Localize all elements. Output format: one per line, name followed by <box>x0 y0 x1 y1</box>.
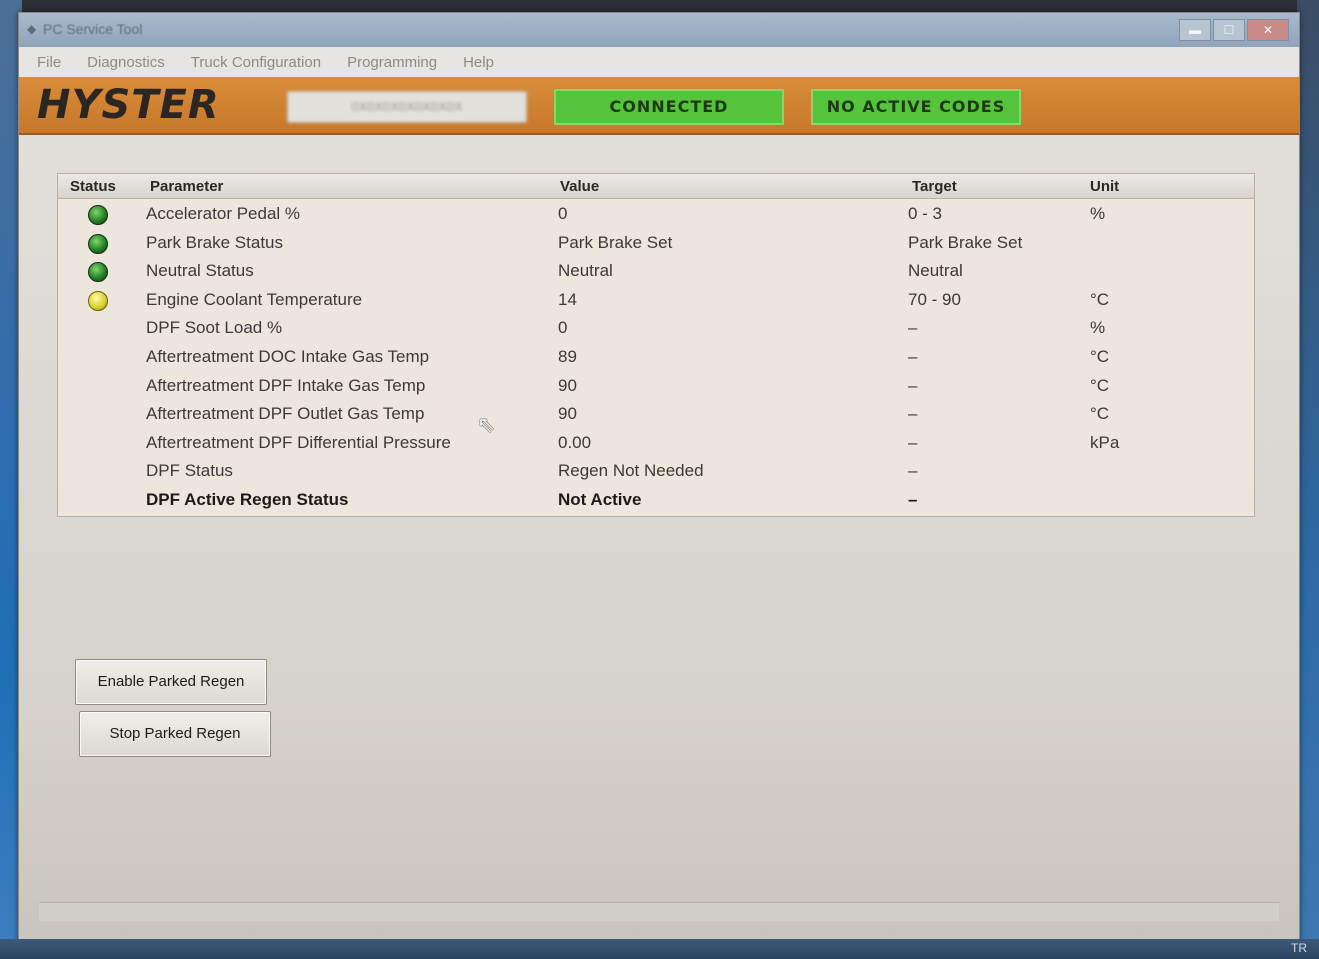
menu-bar: File Diagnostics Truck Configuration Pro… <box>19 47 1299 77</box>
status-green-led-icon <box>88 205 108 225</box>
parameter-cell: DPF Status <box>146 461 233 481</box>
target-cell: Neutral <box>908 261 963 281</box>
parameter-cell: Aftertreatment DOC Intake Gas Temp <box>146 347 430 366</box>
unit-cell: °C <box>1090 347 1110 366</box>
unit-cell: % <box>1090 204 1106 223</box>
parameter-cell: Neutral Status <box>146 261 254 281</box>
parameter-cell: Aftertreatment DPF Outlet Gas Temp <box>146 404 425 424</box>
header-bar: HYSTER 0X0X0X0X0X0X0X CONNECTED NO ACTIV… <box>19 77 1299 135</box>
value-cell: Regen Not Needed <box>558 461 704 481</box>
menu-programming[interactable]: Programming <box>347 54 437 71</box>
parameter-cell: DPF Active Regen Status <box>146 490 349 509</box>
target-cell: – <box>908 432 918 452</box>
active-codes-badge[interactable]: NO ACTIVE CODES <box>811 89 1021 125</box>
serial-number-field: 0X0X0X0X0X0X0X <box>287 91 527 123</box>
parameter-cell: DPF Soot Load % <box>146 318 283 338</box>
desktop-edge-right <box>1297 0 1319 959</box>
value-cell: 90 <box>558 404 577 424</box>
target-cell: – <box>908 461 918 481</box>
column-header-status: Status <box>70 178 116 195</box>
table-row[interactable]: Park Brake Status Park Brake Set Park Brak… <box>58 229 1254 257</box>
target-cell: – <box>908 375 918 395</box>
unit-cell: °C <box>1090 404 1110 424</box>
main-content: Status Parameter Value Target Unit Accel… <box>19 135 1299 943</box>
language-indicator[interactable]: TR <box>1291 941 1307 955</box>
value-cell: Not Active <box>558 490 642 509</box>
app-window: ◆ PC Service Tool ▬ ☐ ✕ File Diagnostics… <box>18 12 1300 944</box>
table-row[interactable]: Aftertreatment DPF Outlet Gas Temp 90 – °C <box>58 400 1254 428</box>
horizontal-scrollbar[interactable] <box>39 902 1279 921</box>
minimize-button[interactable]: ▬ <box>1179 19 1211 41</box>
unit-cell: % <box>1090 318 1106 338</box>
target-cell: Park Brake Set <box>908 232 1023 252</box>
target-cell: 0 - 3 <box>908 204 943 223</box>
value-cell: 0 <box>558 318 568 338</box>
close-button[interactable]: ✕ <box>1247 19 1289 41</box>
value-cell: 89 <box>558 347 577 366</box>
maximize-button[interactable]: ☐ <box>1213 19 1245 41</box>
app-icon: ◆ <box>27 22 37 36</box>
status-yellow-led-icon <box>88 290 108 311</box>
parameter-cell: Accelerator Pedal % <box>146 204 301 223</box>
column-header-value: Value <box>560 178 600 195</box>
table-header: Status Parameter Value Target Unit <box>58 174 1254 199</box>
table-row[interactable]: DPF Active Regen Status Not Active – <box>58 486 1254 514</box>
enable-parked-regen-button[interactable]: Enable Parked Regen <box>75 659 267 705</box>
table-row[interactable]: Aftertreatment DPF Intake Gas Temp 90 – °C <box>58 372 1254 400</box>
stop-parked-regen-button[interactable]: Stop Parked Regen <box>79 711 271 757</box>
value-cell: 90 <box>558 375 577 395</box>
taskbar: TR <box>0 939 1319 959</box>
unit-cell: °C <box>1090 375 1110 395</box>
value-cell: Park Brake Set <box>558 232 673 252</box>
title-bar: ◆ PC Service Tool ▬ ☐ ✕ <box>19 13 1299 47</box>
connection-status-badge: CONNECTED <box>554 89 784 125</box>
table-row[interactable]: DPF Soot Load % 0 –% <box>58 314 1254 342</box>
hyster-logo: HYSTER <box>37 82 220 128</box>
unit-cell: kPa <box>1090 432 1120 452</box>
parameter-table: Status Parameter Value Target Unit Accel… <box>57 173 1255 517</box>
table-row[interactable]: Accelerator Pedal % 0 0 - 3% <box>58 200 1254 228</box>
value-cell: Neutral <box>558 261 613 281</box>
unit-cell: °C <box>1090 289 1110 309</box>
column-header-unit: Unit <box>1090 178 1120 195</box>
target-cell: – <box>908 404 918 424</box>
parameter-cell: Aftertreatment DPF Differential Pressure <box>146 432 451 452</box>
target-cell: – <box>908 490 918 509</box>
value-cell: 0.00 <box>558 432 592 452</box>
parameter-cell: Engine Coolant Temperature <box>146 289 363 309</box>
table-row[interactable]: Aftertreatment DPF Differential Pressure… <box>58 429 1254 457</box>
table-row[interactable]: Neutral Status Neutral Neutral <box>58 257 1254 285</box>
parameter-cell: Park Brake Status <box>146 232 284 252</box>
status-green-led-icon <box>88 233 108 254</box>
menu-diagnostics[interactable]: Diagnostics <box>87 54 165 71</box>
window-controls: ▬ ☐ ✕ <box>1179 19 1289 41</box>
target-cell: 70 - 90 <box>908 289 961 309</box>
column-header-parameter: Parameter <box>150 178 224 195</box>
parameter-cell: Aftertreatment DPF Intake Gas Temp <box>146 375 426 395</box>
menu-file[interactable]: File <box>37 54 61 71</box>
value-cell: 14 <box>558 289 577 309</box>
table-row[interactable]: DPF Status Regen Not Needed – <box>58 457 1254 485</box>
table-row[interactable]: Engine Coolant Temperature 14 70 - 90 °C <box>58 286 1254 314</box>
column-header-target: Target <box>912 178 957 195</box>
mouse-cursor-icon: ⇖ <box>477 412 496 437</box>
menu-help[interactable]: Help <box>463 54 494 71</box>
menu-truck-configuration[interactable]: Truck Configuration <box>191 54 321 71</box>
window-title: PC Service Tool <box>43 21 143 37</box>
target-cell: – <box>908 347 918 366</box>
status-green-led-icon <box>88 262 108 283</box>
table-row[interactable]: Aftertreatment DOC Intake Gas Temp 89 – °C <box>58 343 1254 371</box>
target-cell: – <box>908 318 918 338</box>
value-cell: 0 <box>558 204 568 223</box>
